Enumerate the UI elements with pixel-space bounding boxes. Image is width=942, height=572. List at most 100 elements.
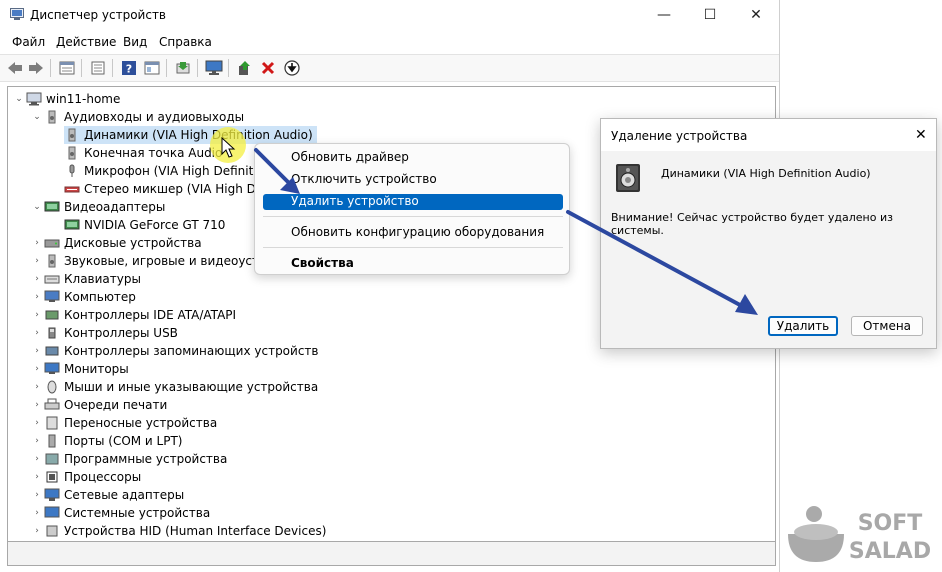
tree-item-speakers[interactable]: Динамики (VIA High Definition Audio) [64, 126, 317, 144]
network-adapter-icon [44, 488, 60, 501]
device-list-button[interactable] [89, 59, 107, 77]
forward-button[interactable] [27, 59, 45, 77]
expand-chevron-icon[interactable]: › [30, 522, 44, 540]
computer-icon [44, 290, 60, 302]
usb-icon [48, 327, 56, 339]
title-bar[interactable]: Диспетчер устройств — ☐ ✕ [0, 0, 779, 30]
tree-group-label: Звуковые, игровые и видеоустро [64, 254, 274, 268]
back-button[interactable] [6, 59, 24, 77]
expand-chevron-icon[interactable]: › [30, 306, 44, 324]
tree-group[interactable]: › Мыши и иные указывающие устройства [30, 378, 318, 396]
tree-group[interactable]: › Очереди печати [30, 396, 167, 414]
tree-group-label: Контроллеры запоминающих устройств [64, 344, 319, 358]
monitor-icon [44, 362, 60, 374]
collapse-chevron-icon[interactable]: ⌄ [30, 198, 44, 216]
help-button[interactable]: ? [120, 59, 138, 77]
ctx-properties[interactable]: Свойства [291, 256, 354, 270]
tree-group-audio[interactable]: ⌄ Аудиовходы и аудиовыходы [30, 108, 244, 126]
expand-chevron-icon[interactable]: › [30, 360, 44, 378]
tree-group[interactable]: › Устройства HID (Human Interface Devices… [30, 522, 326, 540]
expand-chevron-icon[interactable]: › [30, 486, 44, 504]
menu-help[interactable]: Справка [159, 35, 212, 49]
ctx-disable-device[interactable]: Отключить устройство [291, 172, 437, 186]
remove-device-button[interactable] [259, 59, 277, 77]
confirm-uninstall-button[interactable]: Удалить [768, 316, 838, 336]
expand-chevron-icon[interactable]: › [30, 450, 44, 468]
scan-hardware-button[interactable] [205, 59, 223, 77]
horizontal-scrollbar[interactable] [7, 542, 776, 566]
menu-bar: Файл Действие Вид Справка [0, 32, 779, 52]
tree-group-video[interactable]: ⌄ Видеоадаптеры [30, 198, 165, 216]
tree-root[interactable]: ⌄ win11-home [12, 90, 120, 108]
dialog-title-bar[interactable]: Удаление устройства ✕ [601, 119, 936, 151]
minimize-button[interactable]: — [641, 0, 687, 30]
expand-chevron-icon[interactable]: › [30, 288, 44, 306]
tree-group[interactable]: › Системные устройства [30, 504, 210, 522]
cancel-button[interactable]: Отмена [851, 316, 923, 336]
tree-group[interactable]: › Дисковые устройства [30, 234, 202, 252]
menu-file[interactable]: Файл [12, 35, 45, 49]
expand-chevron-icon[interactable]: › [30, 468, 44, 486]
sound-device-icon [48, 254, 56, 268]
expand-chevron-icon[interactable]: › [30, 432, 44, 450]
tree-group[interactable]: › Контроллеры USB [30, 324, 178, 342]
ctx-uninstall-device[interactable]: Удалить устройство [291, 194, 419, 208]
tree-item-audio-endpoint[interactable]: Конечная точка Audio [64, 144, 222, 162]
remove-icon [261, 61, 275, 75]
dialog-device-name: Динамики (VIA High Definition Audio) [661, 167, 871, 180]
microphone-icon [69, 164, 75, 177]
tree-group[interactable]: › Сетевые адаптеры [30, 486, 184, 504]
expand-chevron-icon[interactable]: › [30, 342, 44, 360]
expand-chevron-icon[interactable]: › [30, 414, 44, 432]
expand-chevron-icon[interactable]: › [30, 252, 44, 270]
tree-item-stereo-mix[interactable]: Стерео микшер (VIA High Defi [64, 180, 271, 198]
expand-chevron-icon[interactable]: › [30, 396, 44, 414]
tree-group-label: Устройства HID (Human Interface Devices) [64, 524, 327, 538]
tree-group[interactable]: › Звуковые, игровые и видеоустро [30, 252, 274, 270]
collapse-chevron-icon[interactable]: ⌄ [12, 90, 26, 108]
ctx-scan-hardware[interactable]: Обновить конфигурацию оборудования [291, 225, 544, 239]
disk-drive-icon [44, 239, 60, 248]
expand-chevron-icon[interactable]: › [30, 504, 44, 522]
tree-group-label: Переносные устройства [64, 416, 218, 430]
context-menu: Обновить драйвер Отключить устройство Уд… [254, 143, 570, 275]
expand-chevron-icon[interactable]: › [30, 234, 44, 252]
download-button[interactable] [283, 59, 301, 77]
expand-chevron-icon[interactable]: › [30, 324, 44, 342]
ctx-update-driver[interactable]: Обновить драйвер [291, 150, 409, 164]
menu-action[interactable]: Действие [56, 35, 116, 49]
tree-group[interactable]: › Компьютер [30, 288, 136, 306]
tree-group[interactable]: › Переносные устройства [30, 414, 217, 432]
tree-item-label: Стерео микшер (VIA High Defi [84, 182, 271, 196]
properties-button[interactable] [58, 59, 76, 77]
menu-view[interactable]: Вид [123, 35, 147, 49]
tree-group[interactable]: › Программные устройства [30, 450, 227, 468]
details-button[interactable] [143, 59, 161, 77]
tree-group[interactable]: › Порты (COM и LPT) [30, 432, 182, 450]
tree-item-microphone[interactable]: Микрофон (VIA High Definiti [64, 162, 257, 180]
minimize-icon: — [657, 7, 671, 23]
add-device-button[interactable] [236, 59, 254, 77]
close-button[interactable]: ✕ [733, 0, 779, 30]
tree-group[interactable]: › Клавиатуры [30, 270, 141, 288]
expand-chevron-icon[interactable]: › [30, 378, 44, 396]
tree-item-gpu[interactable]: NVIDIA GeForce GT 710 [64, 216, 225, 234]
expand-chevron-icon[interactable]: › [30, 270, 44, 288]
tree-group[interactable]: › Контроллеры IDE ATA/ATAPI [30, 306, 236, 324]
tree-item-label: NVIDIA GeForce GT 710 [84, 218, 226, 232]
tree-group[interactable]: › Процессоры [30, 468, 141, 486]
update-driver-button[interactable] [174, 59, 192, 77]
tree-group-label: Компьютер [64, 290, 136, 304]
device-manager-icon [10, 8, 24, 20]
processor-icon [46, 471, 58, 483]
tree-group[interactable]: › Мониторы [30, 360, 129, 378]
tree-group-label: Сетевые адаптеры [64, 488, 185, 502]
close-icon: ✕ [750, 7, 762, 23]
dialog-close-icon[interactable]: ✕ [915, 127, 927, 143]
maximize-button[interactable]: ☐ [687, 0, 733, 30]
printer-icon [44, 398, 60, 410]
tree-group[interactable]: › Контроллеры запоминающих устройств [30, 342, 318, 360]
tree-group-label: Мониторы [64, 362, 129, 376]
collapse-chevron-icon[interactable]: ⌄ [30, 108, 44, 126]
tree-group-label: Дисковые устройства [64, 236, 202, 250]
